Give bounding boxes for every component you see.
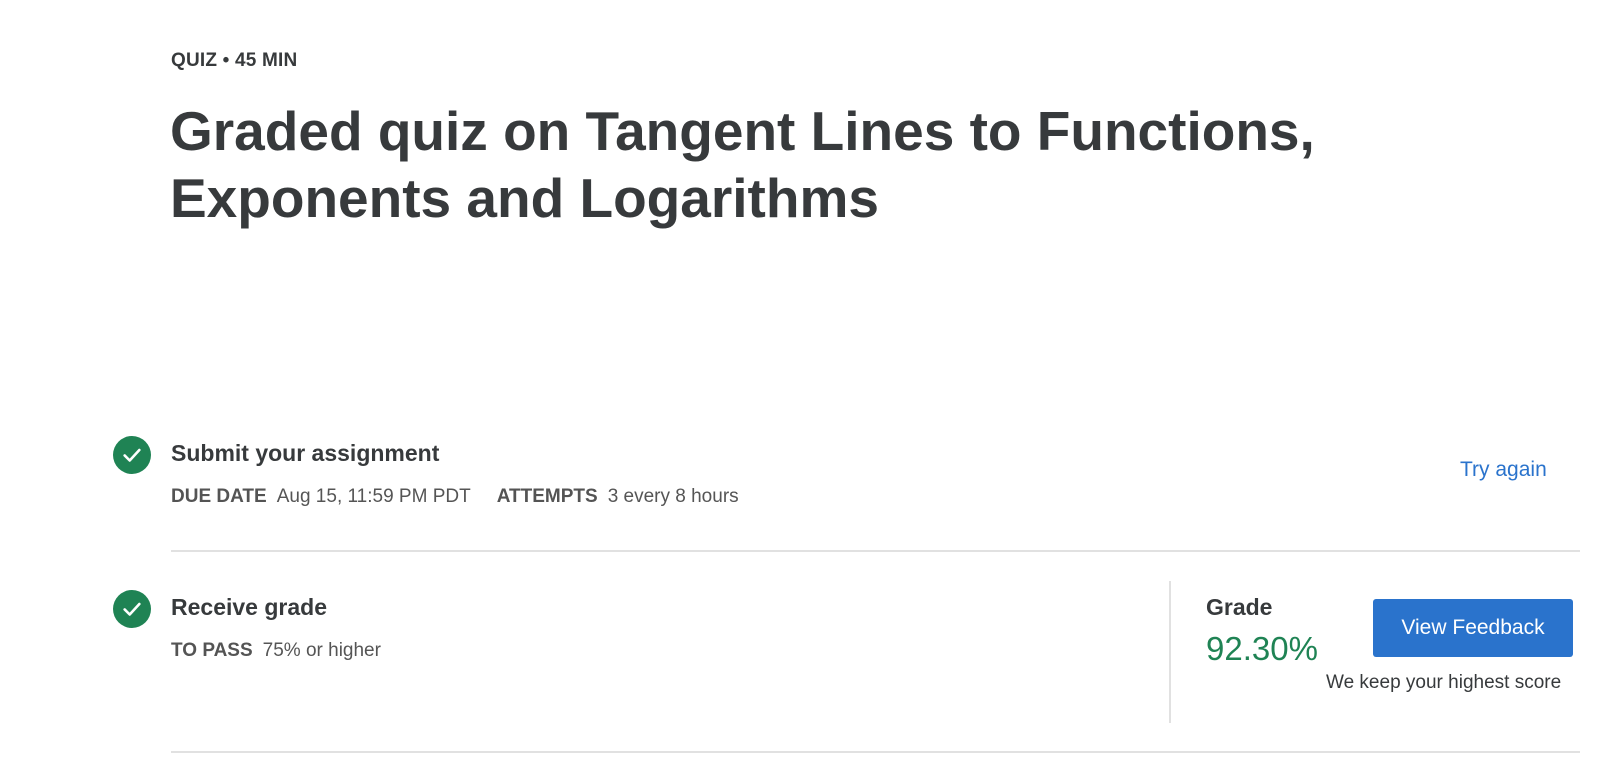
grade-divider (1169, 581, 1171, 723)
divider (171, 550, 1580, 552)
grade-step-meta: TO PASS 75% or higher (171, 640, 407, 662)
checkmark-icon (123, 602, 141, 616)
to-pass-value: 75% or higher (262, 640, 381, 661)
check-circle-icon (113, 590, 151, 628)
grade-value: 92.30% (1206, 630, 1318, 667)
due-date-value: Aug 15, 11:59 PM PDT (276, 486, 471, 507)
to-pass-label: TO PASS (171, 640, 253, 661)
submit-step-meta: DUE DATE Aug 15, 11:59 PM PDT ATTEMPTS 3 ev… (171, 486, 765, 508)
highest-score-note: We keep your highest score (1326, 672, 1562, 693)
attempts-label: ATTEMPTS (496, 486, 598, 507)
due-date-label: DUE DATE (171, 486, 267, 507)
submit-step-title: Submit your assignment (171, 440, 440, 466)
grade-step-title: Receive grade (171, 594, 327, 620)
try-again-link[interactable]: Try again (1460, 458, 1547, 482)
checkmark-icon (123, 448, 141, 462)
view-feedback-button[interactable]: View Feedback (1373, 599, 1573, 657)
check-circle-icon (113, 436, 151, 474)
divider (171, 751, 1580, 753)
page-title: Graded quiz on Tangent Lines to Function… (170, 100, 1315, 229)
grade-label: Grade (1206, 594, 1273, 620)
attempts-value: 3 every 8 hours (607, 486, 739, 507)
quiz-eyebrow: QUIZ • 45 MIN (171, 50, 298, 71)
quiz-page: QUIZ • 45 MIN Graded quiz on Tangent Lin… (0, 0, 1616, 776)
